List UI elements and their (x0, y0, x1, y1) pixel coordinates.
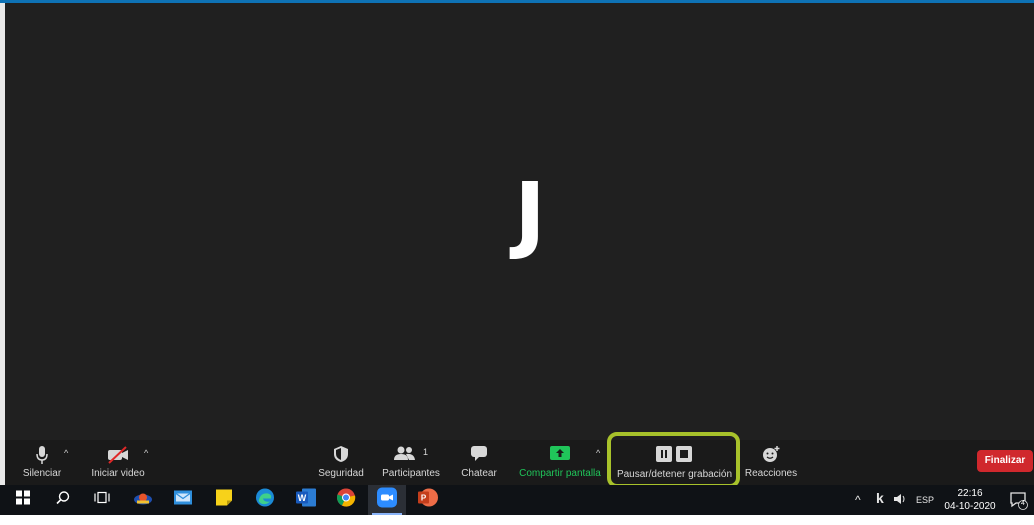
search-icon (56, 491, 70, 510)
notification-center-button[interactable]: 4 (1010, 492, 1028, 522)
windows-taskbar: W P ^ k ESP 22:16 04-10-2020 4 (0, 485, 1034, 515)
task-view-icon (94, 491, 110, 510)
k-tray-icon[interactable]: k (876, 490, 884, 520)
notification-count: 4 (1021, 500, 1025, 507)
system-clock[interactable]: 22:16 04-10-2020 (940, 487, 1000, 513)
video-stage: J (5, 3, 1034, 440)
security-label: Seguridad (318, 468, 364, 479)
app-icon (133, 490, 153, 511)
end-meeting-button[interactable]: Finalizar (977, 450, 1033, 472)
taskbar-powerpoint[interactable]: P (409, 485, 447, 515)
taskbar-word[interactable]: W (287, 485, 325, 515)
chat-button[interactable]: Chatear (455, 440, 503, 485)
chrome-icon (336, 488, 356, 513)
video-off-icon (106, 445, 130, 468)
taskbar-zoom[interactable] (368, 485, 406, 515)
audio-options-caret[interactable]: ^ (64, 448, 68, 458)
share-options-caret[interactable]: ^ (596, 448, 600, 458)
taskbar-sticky-notes[interactable] (205, 485, 243, 515)
sticky-notes-icon (216, 489, 232, 511)
volume-icon[interactable] (893, 493, 907, 523)
powerpoint-icon: P (418, 488, 438, 513)
taskbar-edge[interactable] (246, 485, 284, 515)
share-label: Compartir pantalla (519, 468, 601, 479)
edge-icon (255, 488, 275, 513)
show-hidden-icons-button[interactable]: ^ (855, 493, 861, 523)
shield-icon (333, 445, 349, 466)
mail-icon (174, 490, 192, 510)
taskbar-app-1[interactable] (124, 485, 162, 515)
reactions-label: Reacciones (744, 468, 798, 479)
microphone-icon (35, 445, 49, 468)
participants-label: Participantes (382, 468, 440, 479)
emoji-plus-icon (761, 445, 781, 466)
video-options-caret[interactable]: ^ (144, 448, 148, 458)
start-video-button[interactable]: Iniciar video (85, 440, 151, 485)
taskbar-chrome[interactable] (327, 485, 365, 515)
share-screen-icon (550, 445, 570, 464)
share-screen-button[interactable]: Compartir pantalla (515, 440, 605, 485)
meeting-toolbar: Silenciar ^ Iniciar video ^ Seguridad 1 … (5, 440, 1034, 485)
windows-start-icon (16, 490, 30, 510)
recording-highlight-box (607, 432, 740, 488)
taskbar-mail[interactable] (164, 485, 202, 515)
security-button[interactable]: Seguridad (313, 440, 369, 485)
participants-button[interactable]: 1 Participantes (377, 440, 445, 485)
search-button[interactable] (44, 485, 82, 515)
video-label: Iniciar video (91, 468, 145, 479)
chat-label: Chatear (461, 468, 497, 479)
svg-text:P: P (421, 494, 427, 503)
reactions-button[interactable]: Reacciones (743, 440, 799, 485)
svg-text:W: W (298, 493, 307, 503)
participants-count: 1 (423, 447, 429, 457)
clock-date: 04-10-2020 (944, 501, 996, 512)
word-icon: W (296, 488, 316, 512)
chat-icon (470, 445, 488, 464)
clock-time: 22:16 (957, 488, 983, 499)
participants-icon (394, 445, 416, 464)
mute-label: Silenciar (22, 468, 62, 479)
language-indicator[interactable]: ESP (916, 495, 934, 525)
mute-button[interactable]: Silenciar (11, 440, 73, 485)
task-view-button[interactable] (83, 485, 121, 515)
start-button[interactable] (4, 485, 42, 515)
zoom-icon (377, 487, 397, 513)
participant-initial: J (514, 164, 546, 262)
